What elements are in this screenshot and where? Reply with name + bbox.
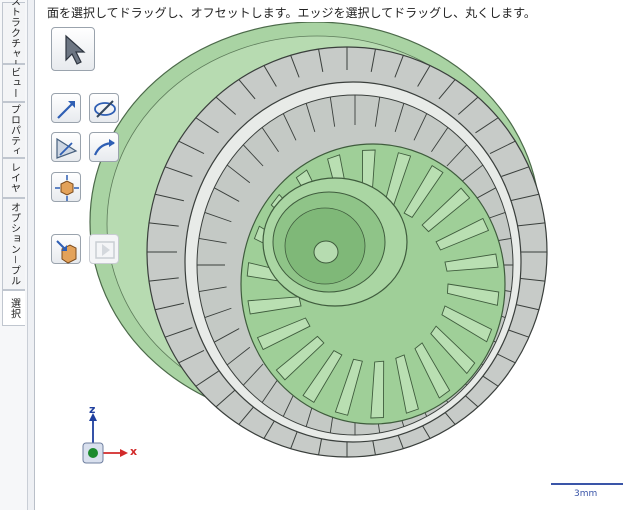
hub-center-boss: [313, 240, 339, 264]
side-panel-tabs: ストラクチャー ビュー プロパティ レイヤ オプション－プル 選択: [0, 0, 35, 510]
z-axis-label: z: [89, 403, 96, 416]
tab-structure-label: ストラクチャー: [8, 0, 20, 70]
pivot-cube-icon: [55, 175, 79, 201]
tab-options-pull[interactable]: オプション－プル: [2, 198, 25, 290]
revolve-tool-button[interactable]: [89, 93, 119, 123]
tab-structure[interactable]: ストラクチャー: [2, 0, 25, 70]
pull-direction-tool-button[interactable]: [51, 93, 81, 123]
next-disabled-icon: [95, 241, 115, 259]
pivot-tool-button[interactable]: [51, 172, 81, 202]
up-to-icon: [56, 137, 78, 159]
tab-view[interactable]: ビュー: [2, 64, 25, 102]
tab-properties[interactable]: プロパティ: [2, 102, 25, 158]
tab-selection-label: 選択: [8, 297, 20, 319]
tab-selection[interactable]: 選択: [2, 290, 25, 326]
up-to-tool-button[interactable]: [51, 132, 81, 162]
revolve-icon: [94, 100, 116, 118]
axis-triad[interactable]: z x: [76, 403, 140, 473]
sweep-tool-button[interactable]: [89, 132, 119, 162]
axis-triad-icon: [82, 413, 128, 464]
tab-properties-label: プロパティ: [8, 103, 20, 157]
hint-text: 面を選択してドラッグし、オフセットします。エッジを選択してドラッグし、丸くします…: [47, 6, 536, 20]
x-axis-label: x: [130, 445, 138, 458]
tab-layers[interactable]: レイヤ: [2, 158, 25, 198]
sweep-icon: [93, 139, 115, 156]
scale-bar: [551, 483, 623, 485]
complete-tool-button[interactable]: [51, 234, 81, 264]
scale-label: 3mm: [574, 489, 598, 499]
tab-view-label: ビュー: [8, 67, 20, 99]
tab-options-pull-label: オプション－プル: [8, 202, 20, 286]
next-tool-button[interactable]: [89, 234, 119, 264]
arrow-direction-icon: [57, 101, 75, 119]
select-tool-button[interactable]: [51, 27, 95, 71]
complete-icon: [56, 240, 77, 264]
arrow-cursor-icon: [65, 34, 86, 65]
tab-layers-label: レイヤ: [8, 162, 20, 194]
